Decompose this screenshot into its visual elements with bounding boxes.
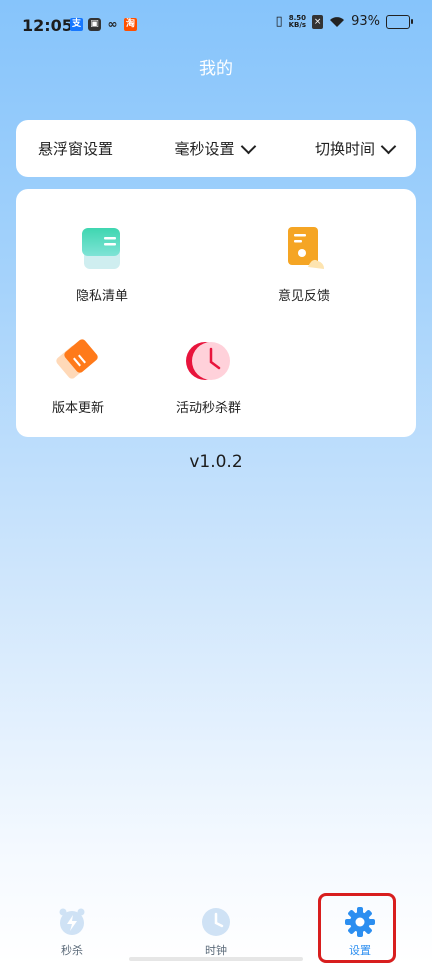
alarm-bolt-icon: [59, 908, 85, 935]
group-icon: [185, 342, 230, 380]
status-time: 12:05: [22, 16, 73, 35]
millisecond-setting-dropdown[interactable]: 毫秒设置: [174, 138, 256, 159]
chevron-down-icon: [380, 138, 397, 154]
wifi-icon: [330, 16, 345, 27]
float-window-setting[interactable]: 悬浮窗设置: [38, 138, 113, 159]
vibrate-icon: ▯: [275, 14, 283, 29]
chevron-down-icon: [240, 138, 256, 154]
menu-item-version-update[interactable]: 版本更新: [52, 335, 104, 416]
no-sim-icon: ×: [312, 14, 324, 29]
menu-item-feedback[interactable]: 意见反馈: [278, 223, 330, 304]
notification-icons: 支 ▣ ∞ 淘: [70, 18, 137, 31]
alipay-icon: 支: [70, 18, 83, 31]
link-icon: ∞: [107, 17, 118, 31]
menu-item-seckill-group[interactable]: 活动秒杀群: [176, 335, 241, 416]
feedback-icon: [288, 227, 324, 269]
battery-icon: [386, 14, 413, 29]
menu-item-label: 版本更新: [52, 401, 105, 416]
menu-item-label: 隐私清单: [76, 289, 129, 304]
home-indicator[interactable]: [129, 957, 303, 961]
nav-label: 时钟: [205, 944, 227, 957]
clock-icon: [202, 908, 230, 936]
app-version: v1.0.2: [189, 452, 243, 472]
menu-item-label: 活动秒杀群: [176, 401, 242, 416]
nav-item-clock[interactable]: 时钟: [186, 906, 246, 958]
settings-card: 悬浮窗设置 毫秒设置 切换时间: [16, 120, 416, 177]
nav-item-seckill[interactable]: 秒杀: [42, 906, 102, 958]
page-title: 我的: [199, 59, 233, 79]
status-right: ▯ 8.50 KB/s × 93%: [275, 13, 413, 29]
taobao-icon: 淘: [124, 18, 137, 31]
update-icon: [56, 339, 98, 379]
wallet-icon: ▣: [88, 18, 101, 31]
menu-item-label: 意见反馈: [278, 289, 331, 304]
battery-percent: 93%: [351, 14, 380, 29]
menu-item-privacy-list[interactable]: 隐私清单: [76, 223, 128, 304]
status-bar: 12:05 支 ▣ ∞ 淘 ▯ 8.50 KB/s × 93%: [0, 0, 432, 52]
privacy-list-icon: [82, 228, 120, 269]
menu-card: 隐私清单 意见反馈 版本更新 活动秒杀群: [16, 189, 416, 437]
switch-time-dropdown[interactable]: 切换时间: [315, 138, 397, 159]
settings-highlight-box: [318, 893, 396, 963]
nav-label: 秒杀: [61, 944, 83, 957]
net-speed: 8.50 KB/s: [288, 13, 307, 29]
